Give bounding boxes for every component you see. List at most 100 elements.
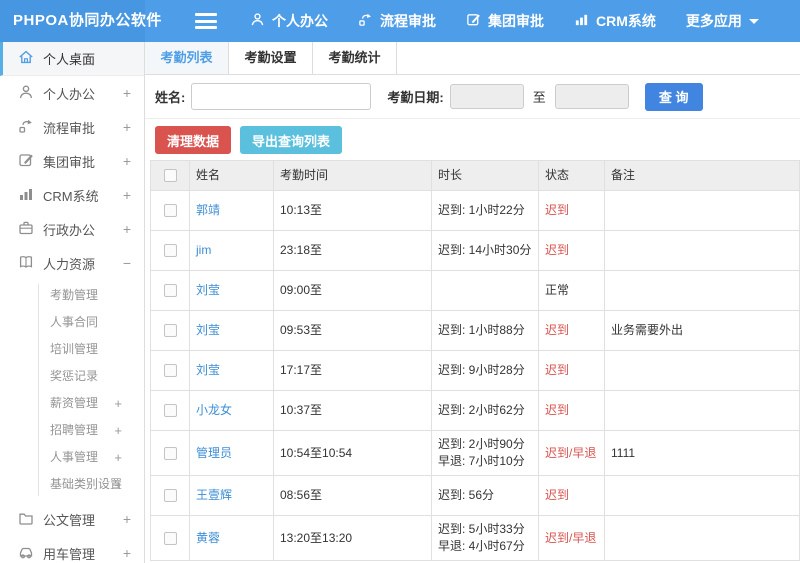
employee-name-link[interactable]: jim — [196, 243, 211, 257]
nav-label: 个人办公 — [272, 13, 328, 29]
sidebar-item-personal-office[interactable]: 个人办公 + — [0, 76, 144, 110]
sidebar-item-human-resources[interactable]: 人力资源 − — [0, 246, 144, 280]
table-row: 刘莹 09:53至 迟到: 1小时88分 迟到 业务需要外出 — [150, 310, 800, 351]
main-content: 考勤列表 考勤设置 考勤统计 姓名: 考勤日期: 至 查 询 清理数据 导出查询… — [145, 42, 800, 563]
expand-plus-icon[interactable]: + — [123, 221, 131, 237]
employee-name-link[interactable]: 郭靖 — [196, 203, 220, 217]
expand-plus-icon[interactable]: + — [114, 444, 122, 471]
row-checkbox[interactable] — [163, 531, 177, 545]
date-to-input[interactable] — [554, 84, 629, 109]
employee-name-link[interactable]: 小龙女 — [196, 403, 232, 417]
hamburger-menu-icon[interactable] — [195, 13, 217, 29]
employee-name-link[interactable]: 刘莹 — [196, 283, 220, 297]
sidebar-item-workflow-approval[interactable]: 流程审批 + — [0, 110, 144, 144]
remark — [604, 515, 800, 561]
sidebar-item-vehicle-mgmt[interactable]: 用车管理 + — [0, 536, 144, 563]
nav-label: 流程审批 — [380, 13, 436, 29]
sidebar-subitem-hr-contract[interactable]: 人事合同 — [0, 309, 144, 336]
nav-item-crm[interactable]: CRM系统 — [559, 0, 671, 42]
name-input[interactable] — [191, 83, 372, 110]
tab-attendance-list[interactable]: 考勤列表 — [145, 42, 229, 74]
attendance-time: 13:20至13:20 — [273, 515, 432, 561]
attendance-time: 08:56至 — [273, 475, 432, 516]
sidebar-subitem-recruit-mgmt[interactable]: 招聘管理 + — [0, 417, 144, 444]
expand-plus-icon[interactable]: + — [114, 471, 122, 498]
expand-plus-icon[interactable]: + — [114, 417, 122, 444]
collapse-minus-icon[interactable]: − — [123, 255, 131, 271]
status-badge: 迟到/早退 — [538, 430, 605, 476]
employee-name-link[interactable]: 刘莹 — [196, 363, 220, 377]
row-checkbox[interactable] — [163, 204, 177, 218]
edit-icon — [466, 12, 488, 30]
duration — [431, 270, 539, 311]
sidebar-subitem-label: 考勤管理 — [50, 288, 99, 302]
expand-plus-icon[interactable]: + — [123, 153, 131, 169]
row-checkbox[interactable] — [163, 489, 177, 503]
briefcase-icon — [18, 220, 43, 239]
expand-plus-icon[interactable]: + — [123, 119, 131, 135]
sidebar-subitem-attendance-mgmt[interactable]: 考勤管理 — [0, 282, 144, 309]
status-badge: 迟到 — [538, 230, 605, 271]
expand-plus-icon[interactable]: + — [123, 85, 131, 101]
nav-item-personal-office[interactable]: 个人办公 — [235, 0, 343, 42]
query-button[interactable]: 查 询 — [644, 82, 703, 111]
row-checkbox[interactable] — [163, 404, 177, 418]
sidebar-subitem-label: 培训管理 — [50, 342, 99, 356]
duration: 迟到: 56分 — [431, 475, 539, 516]
sidebar-item-document-mgmt[interactable]: 公文管理 + — [0, 502, 144, 536]
tab-attendance-settings[interactable]: 考勤设置 — [229, 42, 313, 74]
sidebar-subitem-label: 人事合同 — [50, 315, 99, 329]
sidebar-item-crm[interactable]: CRM系统 + — [0, 178, 144, 212]
employee-name-link[interactable]: 刘莹 — [196, 323, 220, 337]
row-checkbox[interactable] — [163, 284, 177, 298]
sidebar-item-personal-desktop[interactable]: 个人桌面 — [0, 42, 144, 76]
tab-attendance-stats[interactable]: 考勤统计 — [313, 42, 397, 74]
col-header-duration: 时长 — [431, 160, 539, 191]
row-checkbox[interactable] — [163, 324, 177, 338]
sidebar-subitem-reward-punish[interactable]: 奖惩记录 — [0, 363, 144, 390]
top-navigation: 个人办公 流程审批 集团审批 CRM系统 更多应用 — [235, 0, 774, 42]
remark: 1111 — [604, 430, 800, 476]
attendance-time: 17:17至 — [273, 350, 432, 391]
sidebar-subitem-training-mgmt[interactable]: 培训管理 — [0, 336, 144, 363]
nav-item-more-apps[interactable]: 更多应用 — [671, 0, 774, 42]
sidebar-item-admin-office[interactable]: 行政办公 + — [0, 212, 144, 246]
employee-name-link[interactable]: 王壹辉 — [196, 488, 232, 502]
sidebar-subitem-base-category[interactable]: 基础类别设置 + — [0, 471, 144, 498]
employee-name-link[interactable]: 黄蓉 — [196, 531, 220, 545]
flow-icon — [18, 118, 43, 137]
attendance-time: 09:53至 — [273, 310, 432, 351]
attendance-time: 23:18至 — [273, 230, 432, 271]
remark — [604, 230, 800, 271]
col-header-name: 姓名 — [189, 160, 274, 191]
select-all-checkbox[interactable] — [163, 169, 177, 183]
employee-name-link[interactable]: 管理员 — [196, 446, 232, 460]
expand-plus-icon[interactable]: + — [123, 545, 131, 561]
export-list-button[interactable]: 导出查询列表 — [240, 126, 343, 154]
sidebar-subitem-label: 人事管理 — [50, 450, 99, 464]
tab-bar: 考勤列表 考勤设置 考勤统计 — [145, 42, 800, 75]
row-checkbox[interactable] — [163, 244, 177, 258]
duration: 迟到: 1小时88分 — [431, 310, 539, 351]
duration: 迟到: 1小时22分 — [431, 190, 539, 231]
name-label: 姓名: — [155, 90, 186, 105]
sidebar-subitem-personnel-mgmt[interactable]: 人事管理 + — [0, 444, 144, 471]
sidebar-subitem-salary-mgmt[interactable]: 薪资管理 + — [0, 390, 144, 417]
row-checkbox[interactable] — [163, 446, 177, 460]
home-icon — [18, 49, 43, 68]
table-row: 郭靖 10:13至 迟到: 1小时22分 迟到 — [150, 190, 800, 231]
caret-down-icon — [748, 18, 759, 24]
sidebar-item-group-approval[interactable]: 集团审批 + — [0, 144, 144, 178]
expand-plus-icon[interactable]: + — [123, 511, 131, 527]
status-badge: 迟到 — [538, 190, 605, 231]
date-from-input[interactable] — [449, 84, 524, 109]
expand-plus-icon[interactable]: + — [114, 390, 122, 417]
nav-item-group-approval[interactable]: 集团审批 — [451, 0, 559, 42]
table-row: 刘莹 09:00至 正常 — [150, 270, 800, 311]
sidebar-item-label: 个人桌面 — [43, 52, 96, 67]
row-checkbox[interactable] — [163, 364, 177, 378]
nav-item-workflow-approval[interactable]: 流程审批 — [343, 0, 451, 42]
expand-plus-icon[interactable]: + — [123, 187, 131, 203]
clean-data-button[interactable]: 清理数据 — [155, 126, 232, 154]
col-header-time: 考勤时间 — [273, 160, 432, 191]
